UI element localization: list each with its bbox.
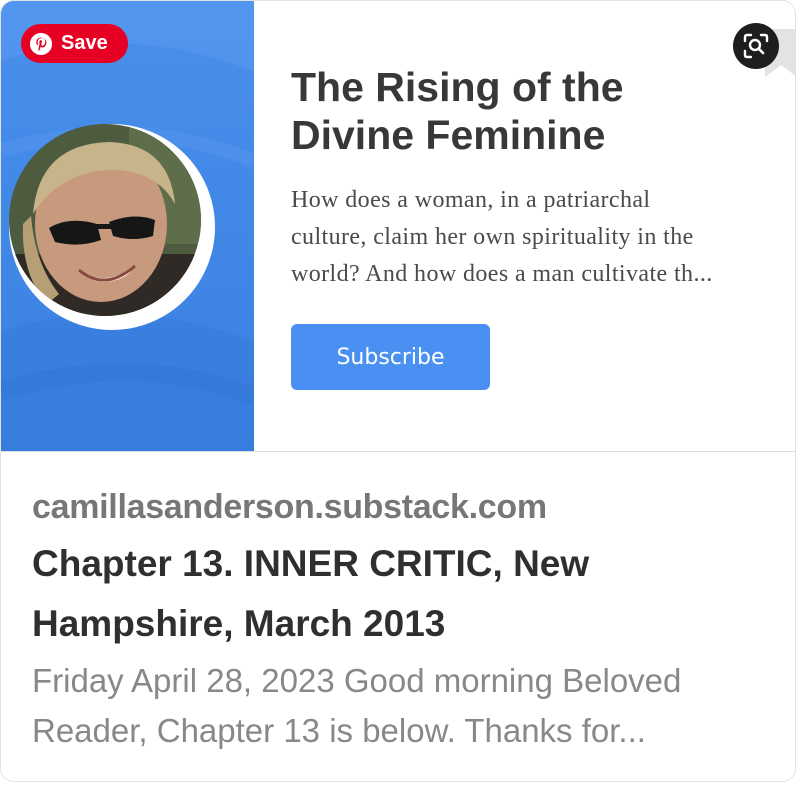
preview-image[interactable]: The Rising of the Divine Feminine How do… (1, 1, 795, 452)
pinterest-icon (30, 32, 52, 55)
publication-description: How does a woman, in a patriarchal cultu… (291, 187, 713, 287)
pin-card[interactable]: The Rising of the Divine Feminine How do… (0, 0, 796, 782)
save-button[interactable]: Save (21, 24, 128, 63)
save-label: Save (61, 32, 108, 54)
article-headline[interactable]: Chapter 13. INNER CRITIC, New Hampshire,… (32, 534, 772, 654)
article-snippet: Friday April 28, 2023 Good morning Belov… (32, 662, 682, 749)
author-photo (9, 124, 201, 316)
blue-side-panel (1, 1, 254, 451)
visual-search-button[interactable] (733, 23, 779, 69)
author-avatar (9, 124, 215, 330)
visual-search-icon (743, 33, 769, 59)
publication-title: The Rising of the Divine Feminine (291, 64, 624, 158)
source-domain[interactable]: camillasanderson.substack.com (32, 488, 547, 527)
subscribe-button[interactable]: Subscribe (291, 324, 490, 390)
